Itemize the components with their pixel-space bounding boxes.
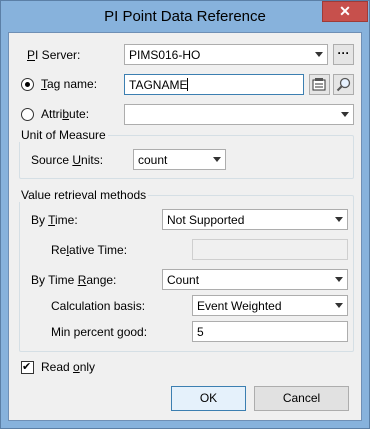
calculation-basis-combo[interactable]: Event Weighted [192, 295, 348, 316]
by-time-value: Not Supported [167, 213, 245, 227]
tag-name-value: TAGNAME [129, 78, 188, 92]
chevron-down-icon [213, 157, 221, 162]
window-title: PI Point Data Reference [104, 8, 266, 25]
close-icon: ✕ [339, 3, 351, 19]
chevron-down-icon [335, 277, 343, 282]
read-only-label: Read only [41, 360, 96, 374]
by-time-label: By Time: [31, 213, 78, 227]
tag-name-radio[interactable] [21, 78, 34, 91]
calculation-basis-label: Calculation basis: [51, 299, 146, 313]
relative-time-label: Relative Time: [51, 243, 128, 257]
relative-time-input[interactable] [192, 239, 348, 260]
min-percent-good-value: 5 [197, 325, 204, 339]
checkmark-icon: ✔ [22, 361, 32, 373]
calculation-basis-value: Event Weighted [197, 299, 282, 313]
tag-name-input[interactable]: TAGNAME [124, 74, 304, 95]
chevron-down-icon [335, 217, 343, 222]
source-units-combo[interactable]: count [133, 149, 226, 170]
by-time-range-label: By Time Range: [31, 273, 117, 287]
unit-of-measure-title: Unit of Measure [19, 128, 108, 142]
attribute-radio[interactable] [21, 108, 34, 121]
close-button[interactable]: ✕ [322, 1, 368, 22]
cancel-button[interactable]: Cancel [254, 386, 349, 411]
ellipsis-icon: ··· [337, 46, 350, 60]
dialog-body: PI Server: PIMS016-HO ··· Tag name: TAGN… [8, 32, 362, 421]
magnifier-button[interactable] [333, 74, 354, 95]
by-time-combo[interactable]: Not Supported [162, 209, 348, 230]
ok-button[interactable]: OK [171, 386, 246, 411]
chevron-down-icon [335, 303, 343, 308]
read-only-checkbox[interactable]: ✔ [21, 361, 34, 374]
source-units-value: count [138, 153, 168, 167]
text-caret [187, 78, 189, 91]
pi-server-more-button[interactable]: ··· [333, 44, 354, 65]
by-time-range-value: Count [167, 273, 200, 287]
title-bar[interactable]: PI Point Data Reference ✕ [1, 1, 369, 33]
attribute-label: Attribute: [41, 107, 90, 121]
by-time-range-combo[interactable]: Count [162, 269, 348, 290]
min-percent-good-label: Min percent good: [51, 325, 148, 339]
source-units-label: Source Units: [31, 153, 104, 167]
value-retrieval-title: Value retrieval methods [19, 188, 149, 202]
magnifier-icon [336, 77, 351, 92]
chevron-down-icon [341, 112, 349, 117]
attribute-combo[interactable] [124, 104, 354, 125]
pi-server-combo[interactable]: PIMS016-HO [124, 44, 328, 65]
tag-name-label: Tag name: [41, 77, 98, 91]
pi-server-label: PI Server: [27, 48, 81, 62]
min-percent-good-input[interactable]: 5 [192, 321, 348, 342]
pi-server-value: PIMS016-HO [129, 48, 201, 62]
tag-search-button[interactable] [309, 74, 330, 95]
tag-search-icon [312, 78, 326, 91]
chevron-down-icon [315, 52, 323, 57]
radio-selected-dot [25, 82, 30, 87]
dialog-window: PI Point Data Reference ✕ PI Server: PIM… [0, 0, 370, 429]
